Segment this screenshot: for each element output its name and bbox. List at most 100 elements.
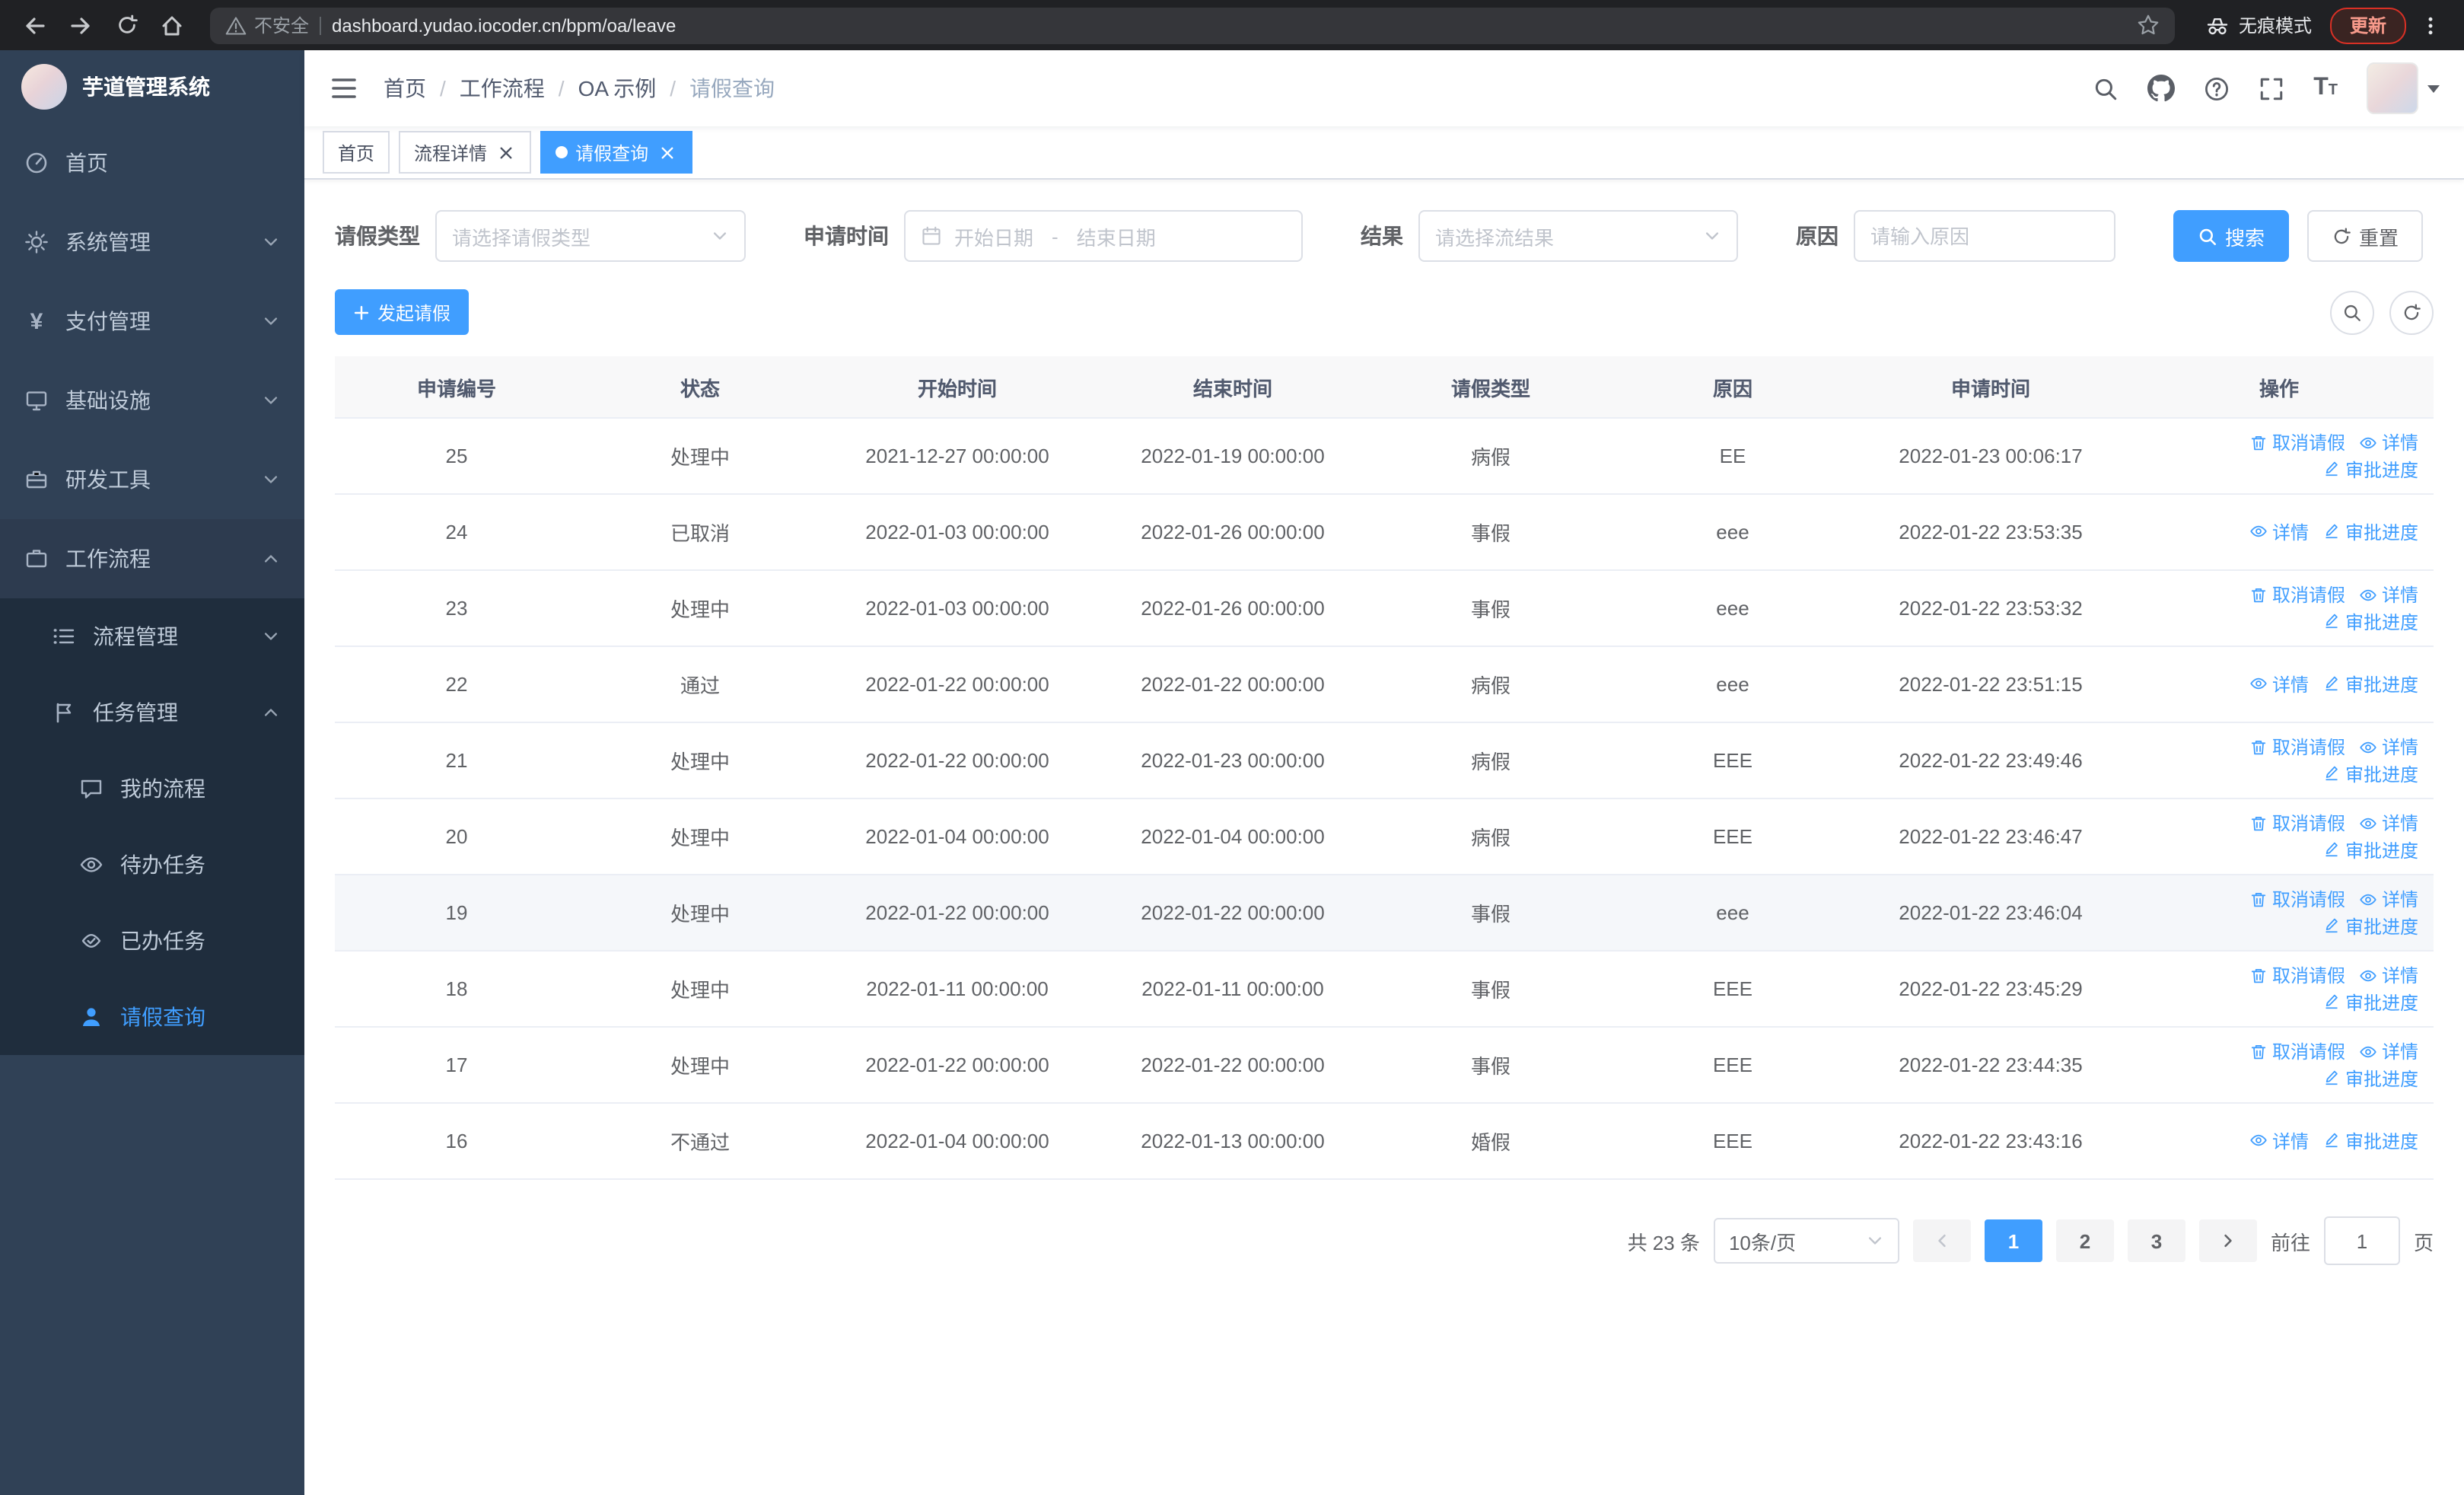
gear-icon	[24, 230, 49, 254]
detail-link[interactable]: 详情	[2359, 1038, 2418, 1064]
table-header-row: 申请编号 状态 开始时间 结束时间 请假类型 原因 申请时间 操作	[335, 356, 2434, 419]
detail-link[interactable]: 详情	[2249, 519, 2309, 545]
fullscreen-icon[interactable]	[2259, 75, 2284, 101]
tab-process-detail[interactable]: 流程详情	[399, 131, 532, 174]
detail-link[interactable]: 详情	[2359, 962, 2418, 988]
sidebar-item-done-tasks[interactable]: 已办任务	[0, 903, 304, 979]
cancel-leave-link[interactable]: 取消请假	[2249, 429, 2345, 455]
detail-link-label: 详情	[2381, 889, 2418, 910]
yen-icon: ¥	[30, 308, 43, 334]
sidebar-item-task-mgmt[interactable]: 任务管理	[0, 674, 304, 751]
cancel-leave-link[interactable]: 取消请假	[2249, 886, 2345, 912]
next-page-button[interactable]	[2198, 1219, 2257, 1262]
detail-link[interactable]: 详情	[2359, 582, 2418, 607]
close-icon[interactable]	[495, 142, 516, 163]
search-button[interactable]: 搜索	[2173, 210, 2290, 262]
refresh-table-button[interactable]	[2389, 290, 2434, 334]
cancel-leave-link[interactable]: 取消请假	[2249, 582, 2345, 607]
back-button[interactable]	[15, 5, 55, 45]
sidebar-item-devtools[interactable]: 研发工具	[0, 440, 304, 519]
search-icon[interactable]	[2093, 75, 2119, 101]
filter-form: 请假类型 请选择请假类型 申请时间 开始日期 - 结束日期 结果 请选择流结果 …	[335, 210, 2434, 262]
create-leave-button[interactable]: 发起请假	[335, 289, 470, 335]
sidebar-item-leave-query[interactable]: 请假查询	[0, 979, 304, 1055]
reason-input[interactable]	[1854, 210, 2115, 262]
approval-progress-link[interactable]: 审批进度	[2322, 837, 2418, 862]
prev-page-button[interactable]	[1912, 1219, 1971, 1262]
close-icon[interactable]	[656, 142, 677, 163]
sidebar-item-my-process[interactable]: 我的流程	[0, 751, 304, 827]
sidebar-item-system[interactable]: 系统管理	[0, 202, 304, 282]
tab-leave-query[interactable]: 请假查询	[540, 131, 693, 174]
home-button[interactable]	[152, 5, 192, 45]
top-navbar: 首页 / 工作流程 / OA 示例 / 请假查询 TT	[304, 50, 2464, 126]
browser-menu-button[interactable]	[2412, 7, 2449, 43]
cancel-leave-link[interactable]: 取消请假	[2249, 962, 2345, 988]
breadcrumb-separator: /	[670, 76, 676, 100]
start-date-placeholder: 开始日期	[954, 226, 1034, 249]
cancel-leave-link[interactable]: 取消请假	[2249, 734, 2345, 760]
sidebar-item-process-mgmt[interactable]: 流程管理	[0, 598, 304, 674]
forward-button[interactable]	[61, 5, 100, 45]
page-button-1[interactable]: 1	[1984, 1219, 2042, 1262]
detail-link[interactable]: 详情	[2359, 734, 2418, 760]
browser-toolbar: 不安全 dashboard.yudao.iocoder.cn/bpm/oa/le…	[0, 0, 2464, 50]
approval-progress-link[interactable]: 审批进度	[2322, 608, 2418, 634]
reset-button[interactable]: 重置	[2307, 210, 2424, 262]
sidebar-item-infrastructure[interactable]: 基础设施	[0, 361, 304, 440]
eye-icon	[2359, 890, 2377, 908]
toggle-search-button[interactable]	[2330, 290, 2374, 334]
reload-button[interactable]	[107, 5, 146, 45]
breadcrumb-oa-example[interactable]: OA 示例	[578, 73, 657, 104]
bookmark-star-icon[interactable]	[2137, 14, 2160, 37]
result-select[interactable]: 请选择流结果	[1418, 210, 1738, 262]
page-button-2[interactable]: 2	[2055, 1219, 2114, 1262]
approval-progress-link[interactable]: 审批进度	[2322, 671, 2418, 697]
sidebar-item-payment[interactable]: ¥ 支付管理	[0, 282, 304, 361]
breadcrumb-home[interactable]: 首页	[384, 73, 426, 104]
search-button-label: 搜索	[2225, 226, 2265, 249]
sidebar-item-home[interactable]: 首页	[0, 123, 304, 202]
detail-link[interactable]: 详情	[2359, 429, 2418, 455]
cancel-leave-link[interactable]: 取消请假	[2249, 810, 2345, 836]
incognito-icon	[2205, 13, 2230, 37]
page-button-3[interactable]: 3	[2127, 1219, 2185, 1262]
page-size-select[interactable]: 10条/页	[1713, 1218, 1899, 1264]
address-bar[interactable]: 不安全 dashboard.yudao.iocoder.cn/bpm/oa/le…	[210, 7, 2175, 43]
sidebar-item-todo-tasks[interactable]: 待办任务	[0, 827, 304, 903]
table-row: 24 已取消 2022-01-03 00:00:00 2022-01-26 00:00…	[335, 494, 2434, 571]
sidebar-item-workflow[interactable]: 工作流程	[0, 519, 304, 598]
security-chip[interactable]: 不安全	[225, 12, 309, 38]
approval-progress-link[interactable]: 审批进度	[2322, 760, 2418, 786]
goto-page-input[interactable]	[2323, 1216, 2400, 1265]
apply-time-range-picker[interactable]: 开始日期 - 结束日期	[904, 210, 1303, 262]
list-icon	[52, 624, 76, 649]
font-size-icon[interactable]: TT	[2313, 75, 2338, 100]
approval-progress-link[interactable]: 审批进度	[2322, 456, 2418, 482]
leave-type-select[interactable]: 请选择请假类型	[435, 210, 746, 262]
browser-update-button[interactable]: 更新	[2329, 7, 2406, 43]
cancel-leave-link[interactable]: 取消请假	[2249, 1038, 2345, 1064]
detail-link[interactable]: 详情	[2359, 886, 2418, 912]
approval-progress-link[interactable]: 审批进度	[2322, 913, 2418, 939]
approval-progress-link[interactable]: 审批进度	[2322, 1065, 2418, 1091]
detail-link[interactable]: 详情	[2249, 671, 2309, 697]
app-logo[interactable]: 芋道管理系统	[0, 50, 304, 123]
cell-start: 2022-01-22 00:00:00	[822, 1027, 1093, 1104]
approval-progress-link[interactable]: 审批进度	[2322, 989, 2418, 1015]
prev-icon	[1933, 1232, 1951, 1250]
github-icon[interactable]	[2147, 75, 2176, 102]
approval-progress-link[interactable]: 审批进度	[2322, 1128, 2418, 1154]
breadcrumb-workflow[interactable]: 工作流程	[460, 73, 545, 104]
cell-id: 18	[335, 951, 578, 1028]
omnibox-divider	[320, 16, 322, 34]
collapse-sidebar-icon[interactable]	[329, 73, 359, 104]
help-icon[interactable]	[2204, 75, 2230, 101]
detail-link[interactable]: 详情	[2249, 1128, 2309, 1154]
detail-link-label: 详情	[2271, 674, 2309, 696]
tab-home[interactable]: 首页	[323, 131, 390, 174]
user-menu[interactable]	[2367, 62, 2440, 114]
approval-progress-link[interactable]: 审批进度	[2322, 519, 2418, 545]
next-icon	[2219, 1232, 2237, 1250]
detail-link[interactable]: 详情	[2359, 810, 2418, 836]
